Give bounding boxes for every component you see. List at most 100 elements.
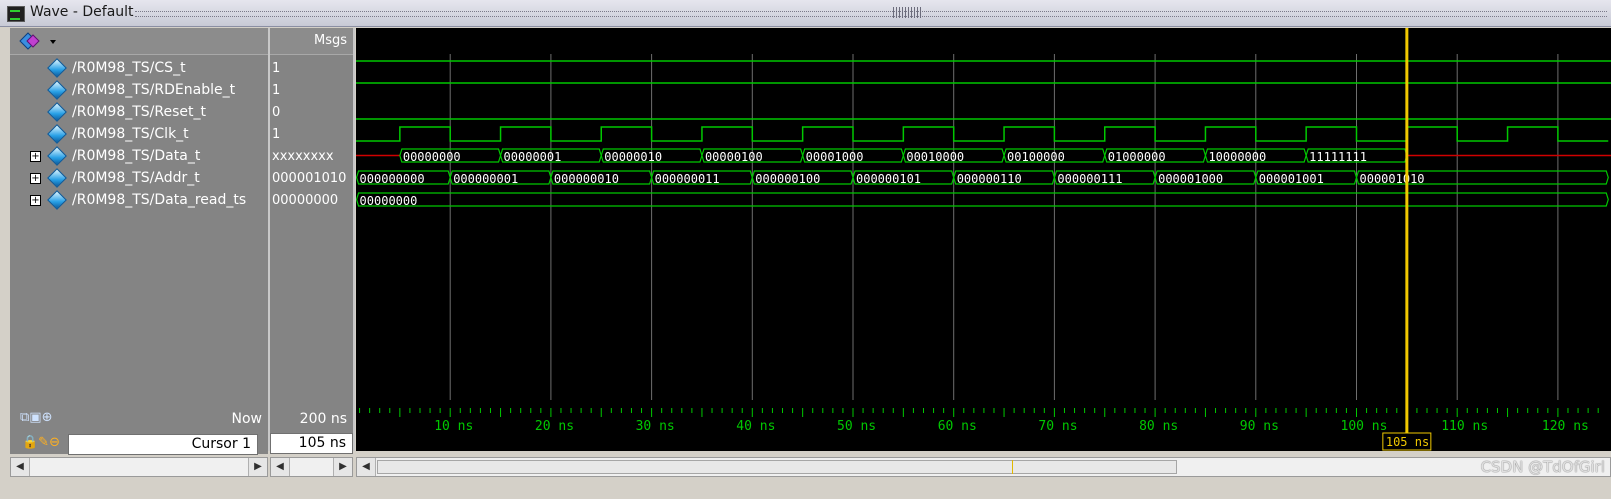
addr-t-value-label: 000000011 xyxy=(655,172,720,186)
signal-row[interactable]: /R0M98_TS/CS_t xyxy=(10,57,268,79)
pane-splitter-2[interactable] xyxy=(353,28,355,451)
signal-name: /R0M98_TS/Data_t xyxy=(72,148,201,164)
signal-value-row[interactable]: 00000000 xyxy=(270,189,353,211)
add-signal-icon[interactable] xyxy=(18,31,58,51)
addr-t-value-label: 000000010 xyxy=(554,172,619,186)
signal-name: /R0M98_TS/Clk_t xyxy=(72,126,189,142)
signal-value-row[interactable]: 1 xyxy=(270,123,353,145)
signal-diamond-icon xyxy=(47,80,67,100)
expand-icon[interactable]: + xyxy=(30,195,41,206)
wave-window-icon xyxy=(7,6,25,22)
signal-row[interactable]: + /R0M98_TS/Data_read_ts xyxy=(10,189,268,211)
clock-trace xyxy=(356,126,1609,142)
now-toolbar-icons[interactable]: ⧉▣⊕ xyxy=(20,410,52,425)
ruler-label: 10 ns xyxy=(434,419,473,434)
signal-diamond-icon xyxy=(47,102,67,122)
addr-t-value-label: 000000100 xyxy=(755,172,820,186)
scroll-right-arrow-icon[interactable]: ▶ xyxy=(248,458,267,476)
addr-t-value-label: 000001001 xyxy=(1259,172,1324,186)
ruler-label: 70 ns xyxy=(1038,419,1077,434)
signal-name: /R0M98_TS/CS_t xyxy=(72,60,186,76)
ruler-label: 60 ns xyxy=(938,419,977,434)
signal-diamond-icon xyxy=(47,190,67,210)
data-read-ts-value-label: 00000000 xyxy=(360,194,418,208)
waveform-canvas[interactable]: 00000000 00000001 00000010 00000100 00001000… xyxy=(356,28,1611,451)
signal-names-pane: /R0M98_TS/CS_t/R0M98_TS/RDEnable_t/R0M98… xyxy=(10,28,268,451)
scroll-left-arrow-icon[interactable]: ◀ xyxy=(271,458,290,476)
ruler-label: 120 ns xyxy=(1542,419,1589,434)
signal-value-row[interactable]: 000001010 xyxy=(270,167,353,189)
data-t-value-label: 00000000 xyxy=(403,150,461,164)
signal-name: /R0M98_TS/Addr_t xyxy=(72,170,200,186)
ruler-label: 40 ns xyxy=(736,419,775,434)
scroll-right-arrow-icon[interactable]: ▶ xyxy=(333,458,352,476)
now-value-cell: 200 ns xyxy=(270,405,353,433)
signal-value: 1 xyxy=(272,127,281,142)
cursor-name-field[interactable]: Cursor 1 xyxy=(68,434,258,455)
cursor-marker-label: 105 ns xyxy=(1386,435,1429,449)
data-t-value-label: 11111111 xyxy=(1309,150,1367,164)
ruler-label: 80 ns xyxy=(1139,419,1178,434)
signal-value: 1 xyxy=(272,61,281,76)
cursor-lock-icon[interactable]: 🔒✎⊖ xyxy=(22,435,60,450)
msgs-header-label: Msgs xyxy=(313,33,347,48)
expand-icon[interactable]: + xyxy=(30,173,41,184)
signal-value-row[interactable]: 1 xyxy=(270,57,353,79)
ruler-label: 30 ns xyxy=(636,419,675,434)
names-header xyxy=(10,28,268,55)
drag-handle-icon[interactable] xyxy=(893,7,921,18)
data-t-value-label: 00000100 xyxy=(705,150,763,164)
watermark: CSDN @TdOfGirl xyxy=(1480,458,1605,476)
signal-row[interactable]: /R0M98_TS/Clk_t xyxy=(10,123,268,145)
data-t-value-label: 01000000 xyxy=(1108,150,1166,164)
cursor-row: 🔒✎⊖ Cursor 1 xyxy=(10,433,268,455)
signal-row[interactable]: + /R0M98_TS/Data_t xyxy=(10,145,268,167)
addr-t-value-label: 000000000 xyxy=(360,172,425,186)
signal-row[interactable]: /R0M98_TS/Reset_t xyxy=(10,101,268,123)
titlebar-grip[interactable] xyxy=(135,11,1607,17)
signal-diamond-icon xyxy=(47,124,67,144)
names-hscrollbar[interactable]: ◀ ▶ xyxy=(10,457,268,477)
signal-value: 0 xyxy=(272,105,281,120)
window-titlebar[interactable]: Wave - Default xyxy=(0,0,1611,27)
signal-row[interactable]: + /R0M98_TS/Addr_t xyxy=(10,167,268,189)
cursor-label: Cursor 1 xyxy=(191,436,251,452)
signal-name: /R0M98_TS/Reset_t xyxy=(72,104,206,120)
data-t-value-label: 00001000 xyxy=(806,150,864,164)
ruler-label: 90 ns xyxy=(1240,419,1279,434)
bus-segment xyxy=(356,192,1609,207)
ruler-label: 110 ns xyxy=(1441,419,1488,434)
signal-value-row[interactable]: xxxxxxxx xyxy=(270,145,353,167)
waveform-pane[interactable]: 00000000 00000001 00000010 00000100 00001000… xyxy=(356,28,1611,451)
scroll-cursor-mark xyxy=(1012,460,1013,474)
window-title: Wave - Default xyxy=(30,4,134,20)
wave-scroll-thumb[interactable] xyxy=(377,460,1177,474)
scroll-left-arrow-icon[interactable]: ◀ xyxy=(357,458,376,476)
signal-value: 00000000 xyxy=(272,193,339,208)
now-label: Now xyxy=(231,411,263,427)
addr-t-value-label: 000001010 xyxy=(1360,172,1425,186)
wave-hscrollbar[interactable]: ◀ xyxy=(356,457,1611,477)
signal-diamond-icon xyxy=(47,58,67,78)
scroll-left-arrow-icon[interactable]: ◀ xyxy=(11,458,30,476)
data-t-value-label: 00000010 xyxy=(604,150,662,164)
data-t-value-label: 00000001 xyxy=(504,150,562,164)
addr-t-value-label: 000000111 xyxy=(1057,172,1122,186)
cursor-value: 105 ns xyxy=(298,435,346,451)
signal-diamond-icon xyxy=(47,168,67,188)
values-hscrollbar[interactable]: ◀ ▶ xyxy=(270,457,353,477)
signal-diamond-icon xyxy=(47,146,67,166)
ruler-label: 100 ns xyxy=(1341,419,1388,434)
signal-row[interactable]: /R0M98_TS/RDEnable_t xyxy=(10,79,268,101)
signal-value-row[interactable]: 1 xyxy=(270,79,353,101)
values-header: Msgs xyxy=(270,28,353,55)
addr-t-value-label: 000000001 xyxy=(453,172,518,186)
cursor-value-field[interactable]: 105 ns xyxy=(270,433,353,454)
signal-value: 000001010 xyxy=(272,171,347,186)
expand-icon[interactable]: + xyxy=(30,151,41,162)
addr-t-value-label: 000000101 xyxy=(856,172,921,186)
now-value: 200 ns xyxy=(299,411,347,427)
signal-value-row[interactable]: 0 xyxy=(270,101,353,123)
now-row: ⧉▣⊕ Now xyxy=(10,405,268,433)
addr-t-value-label: 000000110 xyxy=(957,172,1022,186)
